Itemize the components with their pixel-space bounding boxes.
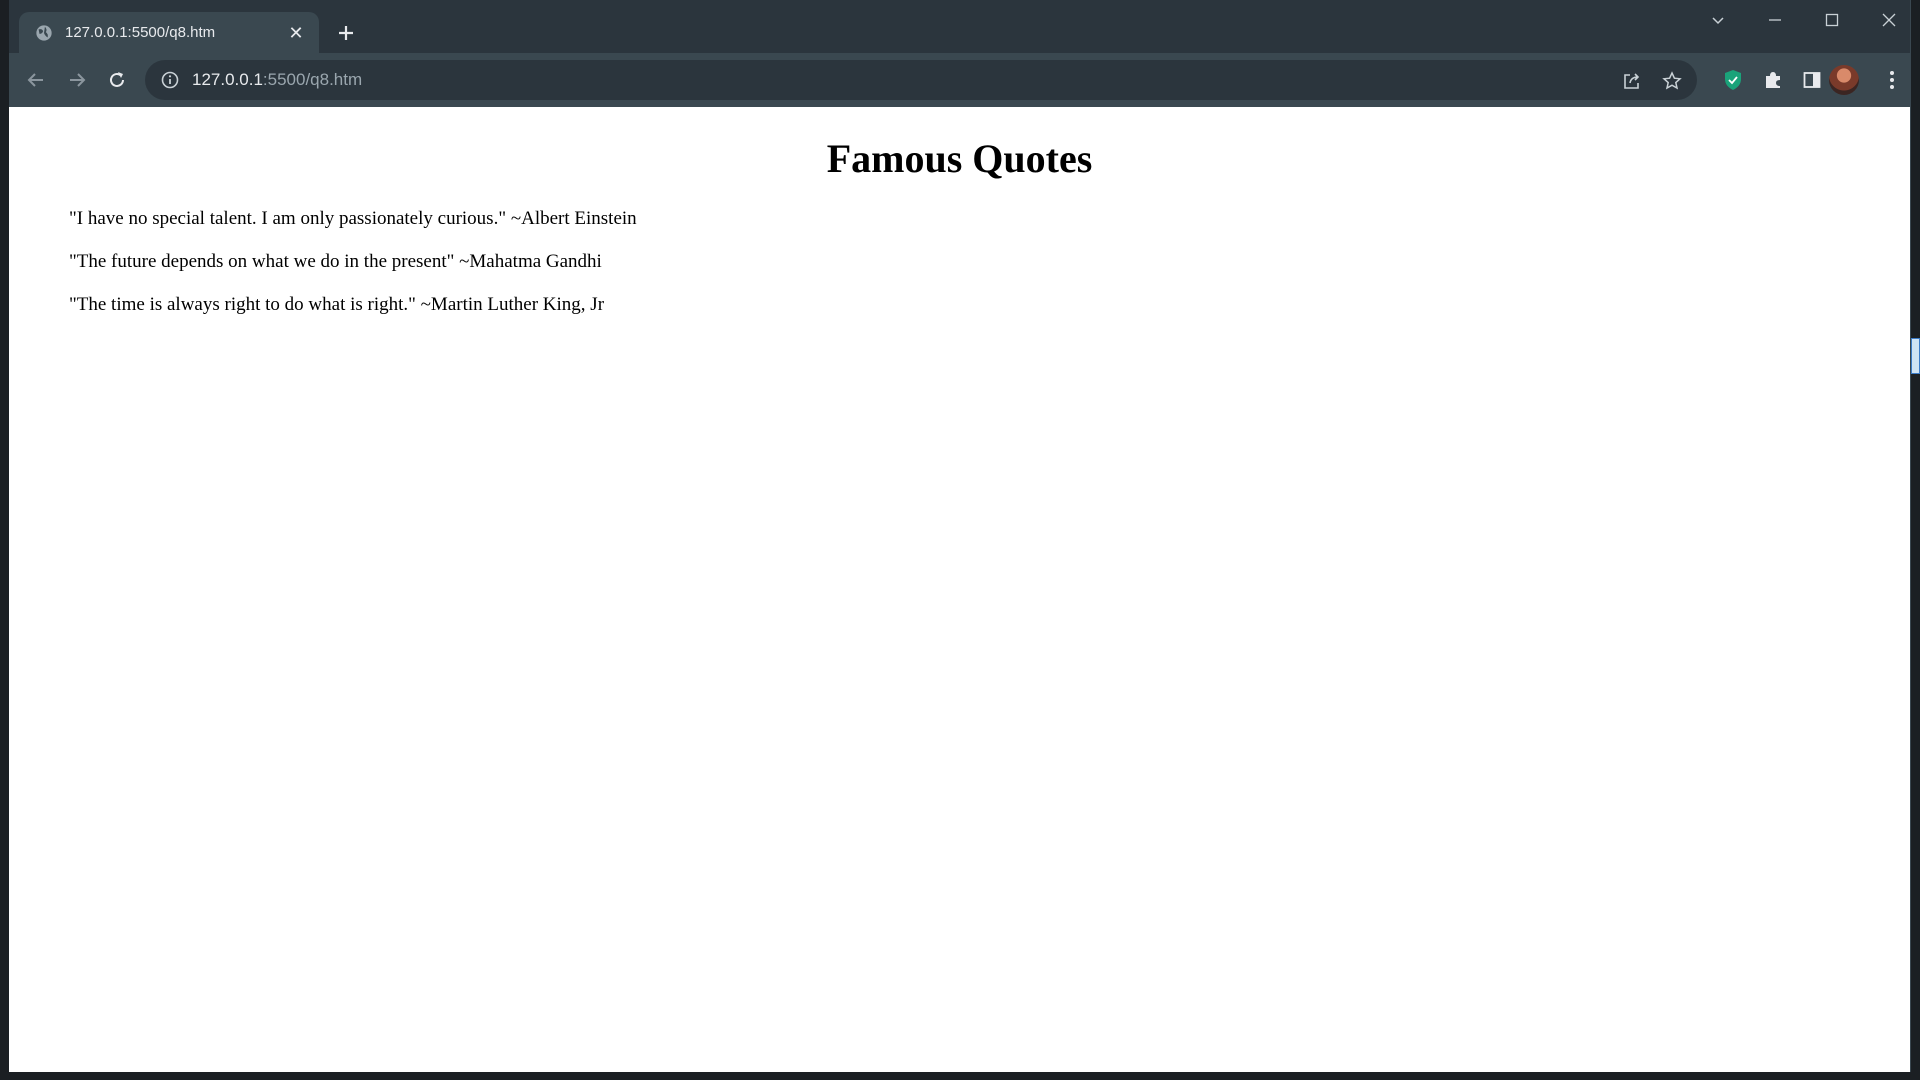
minimize-icon bbox=[1769, 19, 1781, 21]
quote-list: "I have no special talent. I am only pas… bbox=[69, 208, 637, 337]
site-info-icon[interactable] bbox=[160, 70, 180, 90]
tab-active[interactable]: 127.0.0.1:5500/q8.htm ✕ bbox=[19, 12, 319, 53]
minimize-button[interactable] bbox=[1747, 0, 1803, 40]
share-icon bbox=[1624, 73, 1640, 89]
reload-icon bbox=[110, 72, 124, 87]
quote-einstein: "I have no special talent. I am only pas… bbox=[69, 208, 637, 229]
chevron-down-icon bbox=[1712, 17, 1724, 25]
share-button[interactable] bbox=[1621, 70, 1643, 92]
plus-icon bbox=[339, 26, 353, 40]
profile-avatar[interactable] bbox=[1829, 65, 1859, 95]
tab-strip: 127.0.0.1:5500/q8.htm ✕ bbox=[9, 0, 1910, 53]
background-window-scroll-marker bbox=[1911, 338, 1920, 374]
forward-button[interactable] bbox=[62, 65, 92, 95]
globe-icon bbox=[36, 24, 52, 41]
page-title: Famous Quotes bbox=[826, 136, 1093, 181]
close-window-button[interactable] bbox=[1861, 0, 1917, 40]
kebab-menu-icon bbox=[1890, 71, 1894, 89]
maximize-button[interactable] bbox=[1804, 0, 1860, 40]
desktop-right-edge bbox=[1911, 0, 1920, 1080]
back-icon bbox=[27, 73, 43, 87]
extensions-button[interactable] bbox=[1759, 66, 1787, 94]
new-tab-button[interactable] bbox=[331, 18, 361, 48]
address-bar[interactable]: 127.0.0.1:5500/q8.htm bbox=[145, 60, 1697, 100]
close-icon bbox=[1882, 13, 1896, 27]
bookmark-star-icon bbox=[1662, 71, 1682, 90]
browser-menu-button[interactable] bbox=[1878, 66, 1906, 94]
security-extension-button[interactable] bbox=[1719, 66, 1747, 94]
side-panel-button[interactable] bbox=[1798, 66, 1826, 94]
shield-extension-icon bbox=[1725, 70, 1741, 90]
forward-icon bbox=[70, 73, 86, 87]
quote-king: "The time is always right to do what is … bbox=[69, 294, 605, 315]
tab-close-icon[interactable]: ✕ bbox=[285, 22, 307, 44]
browser-toolbar: 127.0.0.1:5500/q8.htm bbox=[9, 53, 1910, 107]
puzzle-extensions-icon bbox=[1766, 72, 1780, 88]
side-panel-icon bbox=[1803, 72, 1821, 88]
browser-window: 127.0.0.1:5500/q8.htm ✕ 127.0.0.1:5500/q… bbox=[9, 0, 1911, 1072]
quote-gandhi: "The future depends on what we do in the… bbox=[69, 251, 602, 272]
page-viewport: Famous Quotes "I have no special talent.… bbox=[9, 107, 1910, 1072]
reload-button[interactable] bbox=[102, 65, 132, 95]
bookmark-button[interactable] bbox=[1661, 70, 1683, 92]
tab-title: 127.0.0.1:5500/q8.htm bbox=[65, 24, 216, 41]
maximize-icon bbox=[1825, 13, 1839, 27]
desktop-left-edge bbox=[0, 0, 9, 1080]
back-button[interactable] bbox=[21, 65, 51, 95]
desktop-bottom-edge bbox=[0, 1072, 1920, 1080]
tab-search-button[interactable] bbox=[1690, 0, 1746, 40]
